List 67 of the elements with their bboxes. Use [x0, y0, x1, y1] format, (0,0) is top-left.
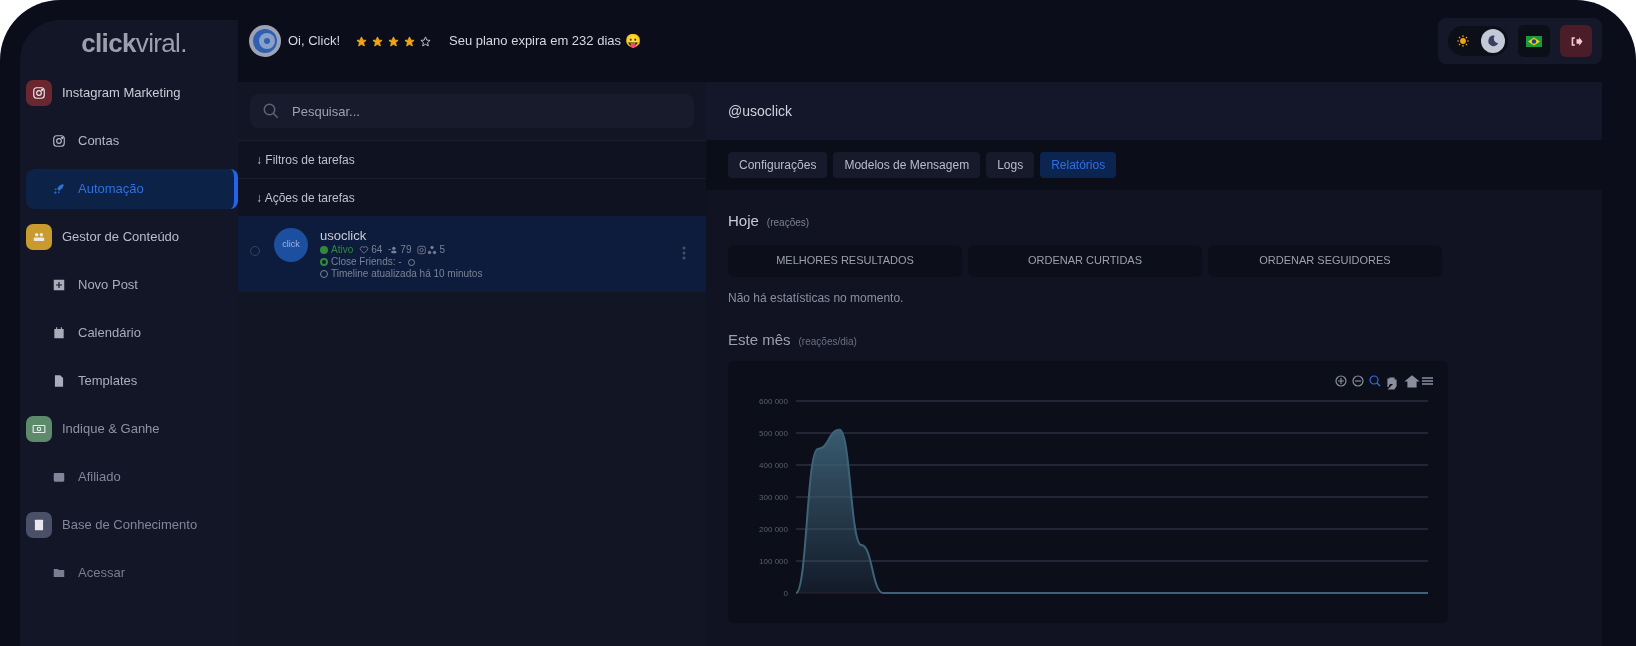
- sidebar-item[interactable]: Contas: [26, 121, 238, 161]
- status: Ativo: [320, 244, 354, 256]
- chart-toolbar[interactable]: [1335, 375, 1434, 390]
- logout-icon: [1569, 34, 1583, 48]
- y-tick-label: 100 000: [759, 557, 788, 566]
- sidebar-item[interactable]: Afiliado: [26, 457, 238, 497]
- sort-button[interactable]: ORDENAR CURTIDAS: [968, 244, 1202, 277]
- wallet-icon: [52, 470, 66, 484]
- account-name: usoclick: [320, 228, 368, 244]
- account-avatar: click: [274, 228, 308, 262]
- moon-icon[interactable]: [1481, 29, 1505, 53]
- y-tick-label: 300 000: [759, 493, 788, 502]
- section-title: Este mês: [728, 329, 791, 350]
- people-icon: [32, 230, 46, 244]
- star-icon: [420, 35, 431, 47]
- folder-icon: [52, 566, 66, 580]
- empty-message: Não há estatísticas no momento.: [728, 289, 905, 307]
- likes-count: 64: [359, 244, 383, 256]
- logout-button[interactable]: [1560, 25, 1592, 57]
- followers-count: 79: [388, 244, 412, 256]
- plan-expiry: Seu plano expira em 232 dias 😛: [449, 32, 641, 51]
- instagram-icon: [52, 134, 66, 148]
- sort-button[interactable]: ORDENAR SEGUIDORES: [1208, 244, 1442, 277]
- close-friends: Close Friends: -: [320, 256, 483, 268]
- section-toggle[interactable]: ↓ Filtros de tarefas: [238, 140, 706, 178]
- timeline-status: Timeline atualizada há 10 minutos: [320, 268, 483, 280]
- sidebar-item[interactable]: Templates: [26, 361, 238, 401]
- language-button[interactable]: [1518, 25, 1550, 57]
- tab[interactable]: Modelos de Mensagem: [833, 152, 981, 178]
- sidebar-item[interactable]: Calendário: [26, 313, 238, 353]
- sidebar-group-title: Gestor de Conteúdo: [62, 228, 180, 247]
- instagram-icon: [32, 86, 46, 100]
- sidebar-group-title: Base de Conhecimento: [62, 516, 198, 535]
- section-title: Hoje: [728, 211, 759, 231]
- star-icon: [388, 35, 399, 47]
- rocket-icon: [52, 182, 66, 196]
- search-field[interactable]: Pesquisar...: [250, 94, 694, 128]
- section-unit: (reações): [766, 216, 810, 230]
- accounts-count: 5: [417, 244, 446, 256]
- y-tick-label: 400 000: [759, 461, 788, 470]
- logo[interactable]: clickviral.: [71, 24, 187, 63]
- y-tick-label: 200 000: [759, 525, 788, 534]
- star-icon: [404, 35, 415, 47]
- y-tick-label: 600 000: [759, 397, 788, 406]
- tab[interactable]: Configurações: [728, 152, 828, 178]
- account-row[interactable]: click usoclick Ativo 64 79 5 Close Friends: - Timeline atualizada há 10 minutos: [238, 216, 706, 292]
- sidebar-group-title: Indique & Ganhe: [62, 420, 160, 439]
- theme-toggle[interactable]: [1448, 26, 1508, 56]
- sort-button[interactable]: MELHORES RESULTADOS: [728, 244, 962, 277]
- section-toggle[interactable]: ↓ Ações de tarefas: [238, 178, 706, 216]
- book-icon: [32, 518, 46, 532]
- account-handle: @usoclick: [728, 101, 792, 121]
- avatar: [248, 24, 282, 58]
- star-icon: [356, 35, 367, 47]
- tab[interactable]: Logs: [986, 152, 1035, 178]
- calendar-icon: [52, 326, 66, 340]
- greeting: Oi, Click!: [288, 32, 340, 51]
- search-icon: [262, 102, 280, 120]
- sidebar-item[interactable]: Acessar: [26, 553, 238, 593]
- y-tick-label: 500 000: [759, 429, 788, 438]
- file-icon: [52, 374, 66, 388]
- sidebar-item[interactable]: Novo Post: [26, 265, 238, 305]
- star-icon: [372, 35, 383, 47]
- flag-icon: [1526, 35, 1542, 47]
- banknote-icon: [32, 422, 46, 436]
- section-unit: (reações/dia): [798, 334, 857, 349]
- sidebar-group-title: Instagram Marketing: [62, 84, 181, 103]
